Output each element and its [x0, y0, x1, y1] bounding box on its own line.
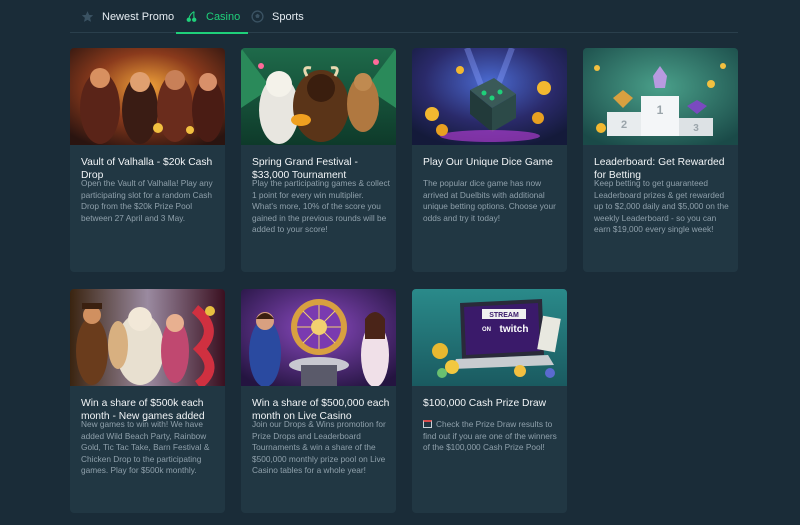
tab-label: Sports: [272, 10, 304, 23]
promo-card-vault-of-valhalla[interactable]: Vault of Valhalla - $20k Cash Drop Open …: [70, 48, 225, 272]
promo-image-live-dealers: [241, 289, 396, 386]
card-description: New games to win with! We have added Wil…: [81, 419, 210, 476]
on-label: ON: [482, 327, 491, 333]
tab-newest-promo[interactable]: Newest Promo: [80, 0, 174, 33]
promo-image-podium: 2 1 3: [583, 48, 738, 145]
promo-image-slot-characters: [70, 289, 225, 386]
star-icon: [80, 10, 94, 24]
card-description: Join our Drops & Wins promotion for Priz…: [252, 419, 386, 476]
card-title: $100,000 Cash Prize Draw: [423, 398, 547, 409]
promo-image-dice: [412, 48, 567, 145]
podium-number-1: 1: [657, 103, 664, 117]
card-description: Play the participating games & collect 1…: [252, 178, 390, 235]
card-description-text: Check the Prize Draw results to find out…: [423, 419, 557, 453]
podium-number-2: 2: [621, 119, 627, 131]
card-title: Play Our Unique Dice Game: [423, 157, 553, 168]
promo-image-animals: [241, 48, 396, 145]
promo-image-twitch-stream: STREAM ON twitch: [412, 289, 567, 386]
promo-card-spring-grand-festival[interactable]: Spring Grand Festival - $33,000 Tourname…: [241, 48, 396, 272]
tab-label: Newest Promo: [102, 10, 175, 23]
promo-tabs: Newest Promo Casino Sports: [70, 0, 738, 34]
promo-card-cash-prize-draw[interactable]: STREAM ON twitch $100,000 Cash Prize Dra…: [412, 289, 567, 513]
promo-card-500k-live-casino[interactable]: Win a share of $500,000 each month on Li…: [241, 289, 396, 513]
podium-number-3: 3: [693, 123, 699, 134]
cherries-icon: [184, 10, 198, 24]
promo-image-vikings: [70, 48, 225, 145]
promo-card-dice-game[interactable]: Play Our Unique Dice Game The popular di…: [412, 48, 567, 272]
twitch-logo: twitch: [500, 324, 529, 335]
promo-card-leaderboard[interactable]: 2 1 3 Leaderboard: Get Rewarded for Bett…: [583, 48, 738, 272]
promo-card-500k-new-games[interactable]: Win a share of $500k each month - New ga…: [70, 289, 225, 513]
tab-label: Casino: [206, 10, 241, 23]
calendar-icon: [423, 420, 432, 428]
stream-label: STREAM: [489, 312, 519, 319]
card-description: Check the Prize Draw results to find out…: [423, 419, 561, 454]
soccer-ball-icon: [250, 10, 264, 24]
card-description: The popular dice game has now arrived at…: [423, 178, 556, 223]
card-description: Open the Vault of Valhalla! Play any par…: [81, 178, 213, 223]
card-description: Keep betting to get guaranteed Leaderboa…: [594, 178, 729, 235]
tab-sports[interactable]: Sports: [250, 0, 304, 33]
tab-casino[interactable]: Casino: [175, 0, 249, 34]
